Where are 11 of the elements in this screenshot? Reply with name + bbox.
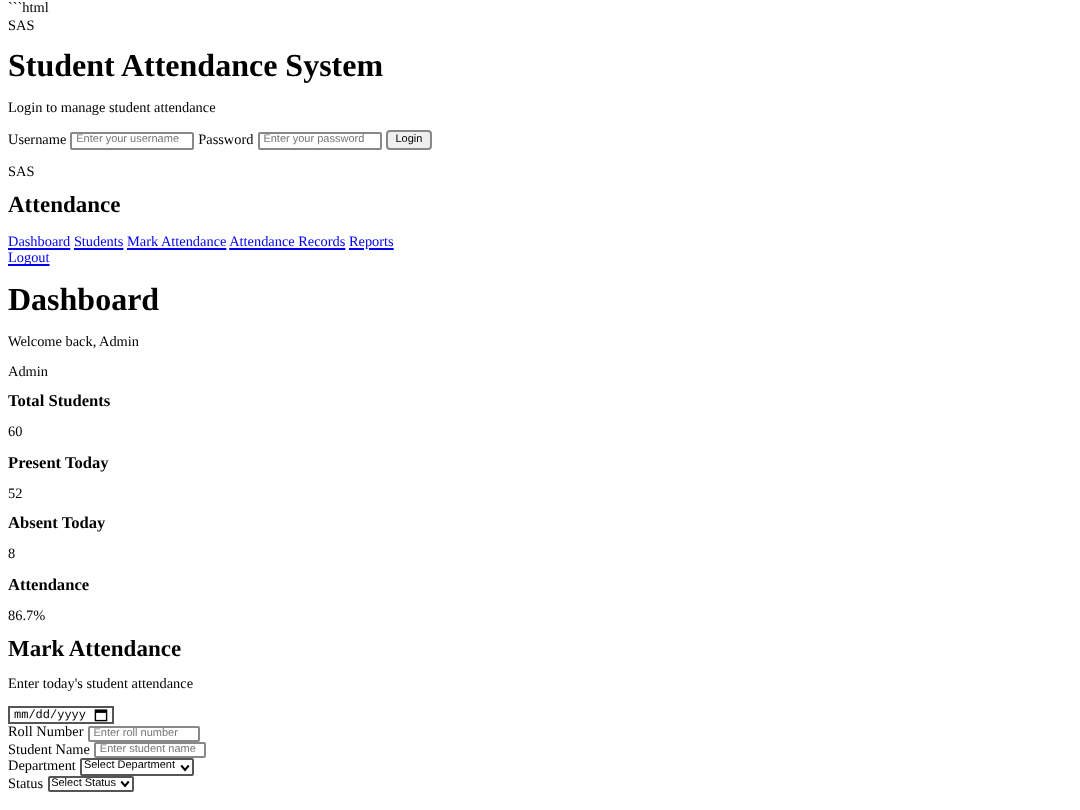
stat-label: Present Today	[8, 453, 111, 474]
stat-label: Total Students	[8, 392, 113, 413]
page-title: Student Attendance System	[8, 48, 386, 87]
stat-label: Absent Today	[8, 514, 108, 535]
section-title: Mark Attendance	[8, 637, 184, 665]
stat-label: Attendance	[8, 576, 92, 597]
chevron-icon	[120, 780, 130, 789]
sidebar-title: Attendance	[8, 193, 123, 222]
chevron-icon	[179, 763, 189, 772]
calendar-icon	[94, 708, 109, 723]
dashboard-title: Dashboard	[8, 281, 162, 321]
